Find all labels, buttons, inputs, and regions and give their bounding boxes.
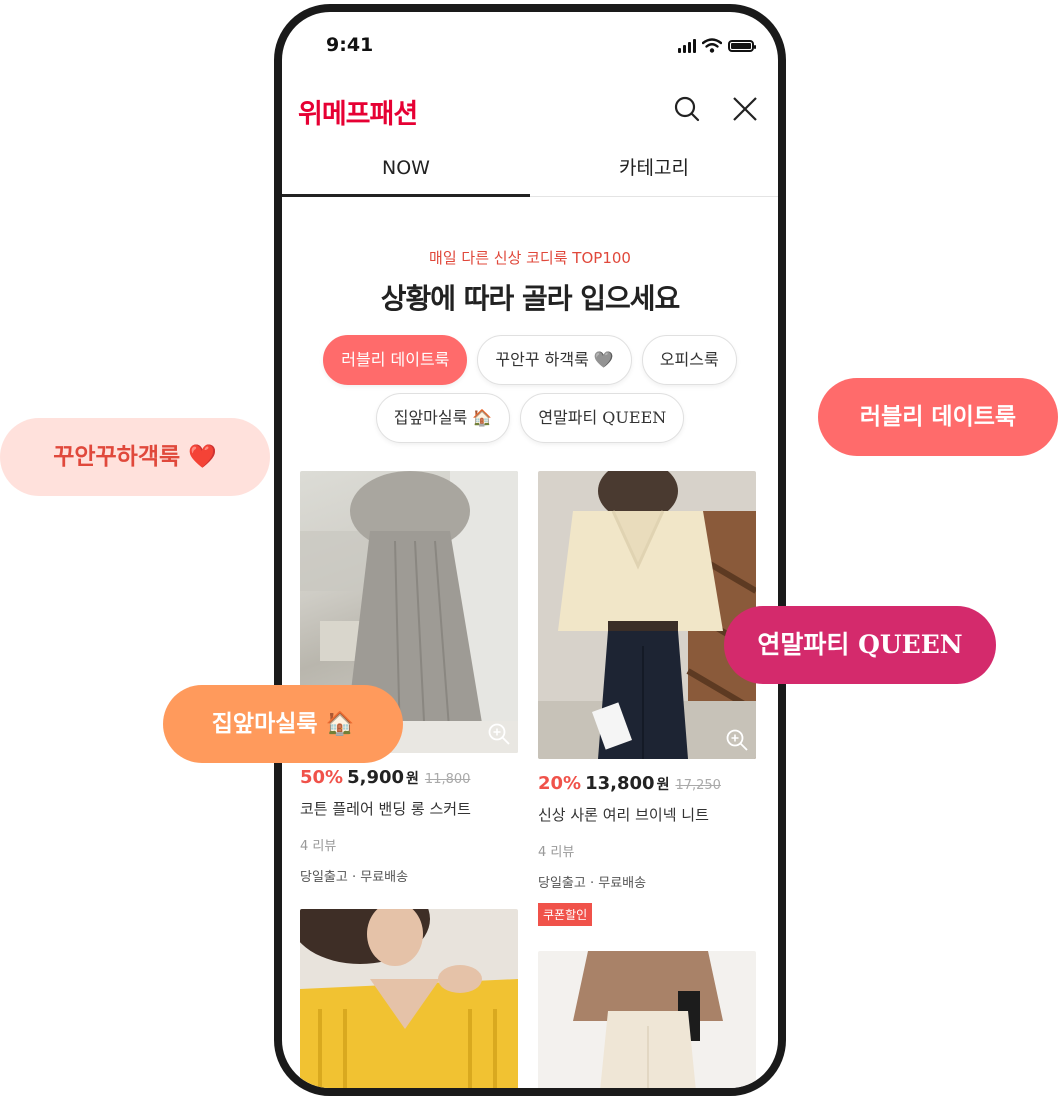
- coupon-badge: 쿠폰할인: [538, 903, 593, 926]
- original-price: 11,800: [424, 772, 471, 787]
- product-card[interactable]: [538, 951, 756, 1088]
- product-card[interactable]: 20% 13,800 원 17,250 신상 사론 여리 브이넥 니트 4 리뷰 당일…: [538, 471, 756, 926]
- style-chips: 러블리 데이트룩 꾸안꾸 하객룩 🩶 오피스룩 집앞마실룩 🏠 연말파티 QUE…: [296, 335, 764, 443]
- search-icon[interactable]: [672, 94, 702, 124]
- product-illustration: [573, 951, 723, 1088]
- main-content: 매일 다른 신상 코디룩 TOP100 상황에 따라 골라 입으세요 러블리 데…: [282, 197, 778, 1088]
- currency-unit: 원: [406, 771, 419, 787]
- price-row: 20% 13,800 원 17,250: [538, 773, 756, 794]
- product-card[interactable]: [300, 909, 518, 1088]
- review-count: 4 리뷰: [538, 845, 575, 860]
- product-illustration: [300, 909, 518, 1088]
- product-image[interactable]: [538, 951, 756, 1088]
- tab-now[interactable]: NOW: [282, 150, 530, 197]
- signal-icon: [678, 38, 696, 53]
- brand-logo[interactable]: 위메프패션: [298, 92, 418, 131]
- review-count: 4 리뷰: [300, 839, 337, 854]
- app-header: 위메프패션: [282, 82, 778, 142]
- status-icons: [678, 38, 756, 53]
- zoom-icon[interactable]: [724, 727, 750, 753]
- battery-icon: [728, 39, 756, 52]
- chip-neighborhood[interactable]: 집앞마실룩 🏠: [375, 393, 511, 443]
- callout-party-queen: 연말파티 QUEEN: [724, 606, 996, 684]
- sale-price: 13,800: [585, 773, 655, 794]
- product-name[interactable]: 코튼 플레어 밴딩 롱 스커트: [300, 798, 518, 819]
- original-price: 17,250: [675, 778, 721, 793]
- discount-rate: 50%: [300, 767, 344, 788]
- price-row: 50% 5,900 원 11,800: [300, 767, 518, 788]
- tab-category[interactable]: 카테고리: [530, 150, 778, 196]
- chip-party-queen[interactable]: 연말파티 QUEEN: [520, 393, 685, 443]
- tab-bar: NOW 카테고리: [282, 150, 778, 197]
- chip-casual-guest[interactable]: 꾸안꾸 하객룩 🩶: [477, 335, 632, 385]
- shipping-info: 당일출고 · 무료배송: [538, 876, 647, 891]
- hero-title: 상황에 따라 골라 입으세요: [380, 282, 681, 315]
- chip-lovely-date[interactable]: 러블리 데이트룩: [323, 335, 468, 385]
- wifi-icon: [702, 38, 722, 53]
- discount-rate: 20%: [538, 773, 582, 794]
- chip-office[interactable]: 오피스룩: [641, 335, 737, 385]
- zoom-icon[interactable]: [486, 721, 512, 747]
- sale-price: 5,900: [347, 767, 405, 788]
- callout-lovely-date: 러블리 데이트룩: [818, 378, 1058, 456]
- status-time: 9:41: [326, 34, 374, 56]
- hero-subtitle: 매일 다른 신상 코디룩 TOP100: [429, 249, 631, 267]
- callout-casual-guest: 꾸안꾸하객룩 ❤️: [0, 418, 270, 496]
- product-image[interactable]: [300, 909, 518, 1088]
- close-icon[interactable]: [730, 94, 760, 124]
- product-illustration: [538, 471, 756, 759]
- product-name[interactable]: 신상 사론 여리 브이넥 니트: [538, 804, 756, 825]
- phone-frame: 9:41 위메프패션 NOW 카테고리 매일 다른 신상 코디룩 TOP100 …: [274, 4, 786, 1096]
- product-card[interactable]: 50% 5,900 원 11,800 코튼 플레어 밴딩 롱 스커트 4 리뷰 당일출…: [300, 471, 518, 885]
- callout-neighborhood: 집앞마실룩 🏠: [163, 685, 403, 763]
- product-image[interactable]: [538, 471, 756, 759]
- shipping-info: 당일출고 · 무료배송: [300, 870, 409, 885]
- currency-unit: 원: [656, 777, 670, 793]
- status-bar: 9:41: [282, 12, 778, 82]
